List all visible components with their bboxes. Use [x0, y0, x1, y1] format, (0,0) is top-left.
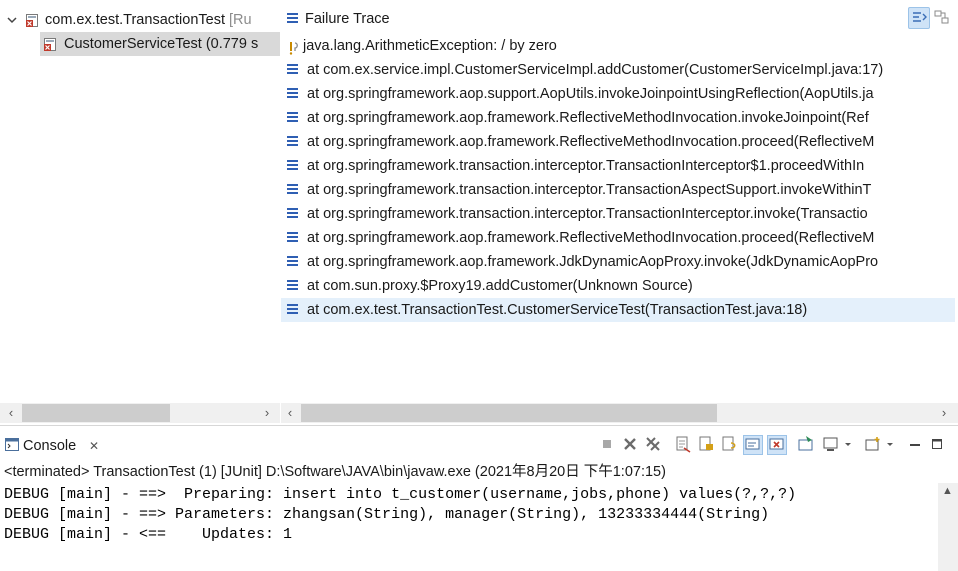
show-console-on-stderr-icon[interactable] [767, 435, 787, 455]
junit-suite-error-icon [25, 12, 40, 27]
stack-frame-text: at org.springframework.transaction.inter… [307, 158, 865, 174]
remove-all-terminated-icon[interactable] [644, 435, 662, 453]
show-console-on-stdout-icon[interactable] [743, 435, 763, 455]
suite-runner-suffix: [Ru [229, 12, 252, 28]
stack-frame-text: at org.springframework.aop.framework.Ref… [307, 134, 875, 150]
console-tab-label: Console [23, 438, 77, 454]
display-selected-console-icon[interactable] [822, 435, 840, 453]
terminate-icon[interactable] [598, 435, 616, 453]
tree-scroll-thumb[interactable] [22, 404, 170, 422]
stack-frame[interactable]: at org.springframework.aop.support.AopUt… [281, 82, 955, 106]
console-process-status: <terminated> TransactionTest (1) [JUnit]… [4, 464, 666, 480]
console-output[interactable]: DEBUG [main] - ==> Preparing: insert int… [0, 483, 958, 571]
junit-test-tree: com.ex.test.TransactionTest [Ru Customer… [0, 0, 280, 403]
chevron-down-icon[interactable] [884, 435, 896, 453]
tree-item-suite[interactable]: com.ex.test.TransactionTest [Ru [0, 8, 280, 32]
stack-frame-icon [287, 88, 298, 99]
minimize-icon[interactable] [906, 435, 924, 453]
scroll-up-icon[interactable]: ▲ [942, 485, 953, 497]
junit-test-error-icon [43, 36, 58, 51]
trace-scroll-thumb[interactable] [301, 404, 717, 422]
failure-trace-title: Failure Trace [305, 11, 390, 27]
clear-console-icon[interactable] [674, 435, 692, 453]
console-line: DEBUG [main] - <== Updates: 1 [4, 526, 293, 543]
stack-frame[interactable]: at org.springframework.transaction.inter… [281, 178, 955, 202]
stack-frame-text: at org.springframework.aop.framework.Ref… [307, 110, 869, 126]
stack-frame-text: at org.springframework.transaction.inter… [307, 206, 868, 222]
failure-trace-panel: Failure Trace java.lang.ArithmeticExcept… [281, 0, 958, 403]
stack-frame-text: at com.ex.service.impl.CustomerServiceIm… [307, 62, 884, 78]
filter-stack-trace-button[interactable] [908, 7, 930, 29]
close-icon[interactable]: ✕ [89, 439, 99, 453]
test-label: CustomerServiceTest (0.779 s [64, 36, 259, 52]
failure-trace-icon [287, 13, 298, 24]
scroll-right-icon[interactable]: › [937, 406, 951, 420]
stack-frame[interactable]: at org.springframework.transaction.inter… [281, 202, 955, 226]
stack-frame[interactable]: at org.springframework.aop.framework.Ref… [281, 130, 955, 154]
console-line: DEBUG [main] - ==> Parameters: zhangsan(… [4, 506, 770, 523]
console-vertical-scrollbar[interactable]: ▲ [938, 483, 958, 571]
scroll-left-icon[interactable]: ‹ [4, 406, 18, 420]
pin-console-icon[interactable] [797, 435, 815, 453]
scroll-left-icon[interactable]: ‹ [283, 406, 297, 420]
stack-frame[interactable]: at org.springframework.aop.framework.Ref… [281, 226, 955, 250]
console-line: DEBUG [main] - ==> Preparing: insert int… [4, 486, 797, 503]
stack-frame-text: at com.sun.proxy.$Proxy19.addCustomer(Un… [307, 278, 693, 294]
remove-launch-icon[interactable] [621, 435, 639, 453]
stack-frame-icon [287, 280, 298, 291]
tree-item-test[interactable]: CustomerServiceTest (0.779 s [40, 32, 280, 56]
stack-frame-icon [287, 136, 298, 147]
stack-frame-icon [287, 64, 298, 75]
stack-frame[interactable]: at org.springframework.aop.framework.Ref… [281, 106, 955, 130]
console-tab[interactable]: Console ✕ [0, 426, 108, 462]
console-icon [5, 438, 19, 451]
stack-frame-icon [287, 232, 298, 243]
stack-frame[interactable]: at com.ex.service.impl.CustomerServiceIm… [281, 58, 955, 82]
open-console-icon[interactable] [864, 435, 882, 453]
trace-exception-line[interactable]: java.lang.ArithmeticException: / by zero [281, 34, 955, 58]
stack-frame-text: at org.springframework.aop.framework.Jdk… [307, 254, 879, 270]
stack-frame-icon [287, 112, 298, 123]
trace-horizontal-scrollbar[interactable]: ‹ › [281, 403, 958, 423]
stack-frame-icon [287, 184, 298, 195]
stack-frame-icon [287, 256, 298, 267]
stack-frame-icon [287, 304, 298, 315]
suite-label: com.ex.test.TransactionTest [45, 12, 225, 28]
word-wrap-icon[interactable] [720, 435, 738, 453]
scroll-right-icon[interactable]: › [260, 406, 274, 420]
stack-frame-text: at org.springframework.aop.framework.Ref… [307, 230, 875, 246]
console-tab-bar: Console ✕ [0, 425, 958, 462]
stack-frame-text: at org.springframework.transaction.inter… [307, 182, 872, 198]
chevron-down-icon[interactable] [842, 435, 854, 453]
maximize-icon[interactable] [928, 435, 946, 453]
stack-frame-selected[interactable]: at com.ex.test.TransactionTest.CustomerS… [281, 298, 955, 322]
stack-frame[interactable]: at org.springframework.transaction.inter… [281, 154, 955, 178]
exception-warning-icon [288, 39, 300, 55]
compare-result-button[interactable] [932, 7, 954, 29]
stack-frame[interactable]: at org.springframework.aop.framework.Jdk… [281, 250, 955, 274]
stack-frame-text: at com.ex.test.TransactionTest.CustomerS… [307, 302, 808, 318]
stack-frame-icon [287, 160, 298, 171]
stack-frame-icon [287, 208, 298, 219]
exception-text: java.lang.ArithmeticException: / by zero [303, 38, 557, 54]
chevron-down-icon[interactable] [6, 14, 18, 26]
stack-frame[interactable]: at com.sun.proxy.$Proxy19.addCustomer(Un… [281, 274, 955, 298]
stack-frame-text: at org.springframework.aop.support.AopUt… [307, 86, 874, 102]
scroll-lock-icon[interactable] [697, 435, 715, 453]
tree-horizontal-scrollbar[interactable]: ‹ › [0, 403, 280, 423]
